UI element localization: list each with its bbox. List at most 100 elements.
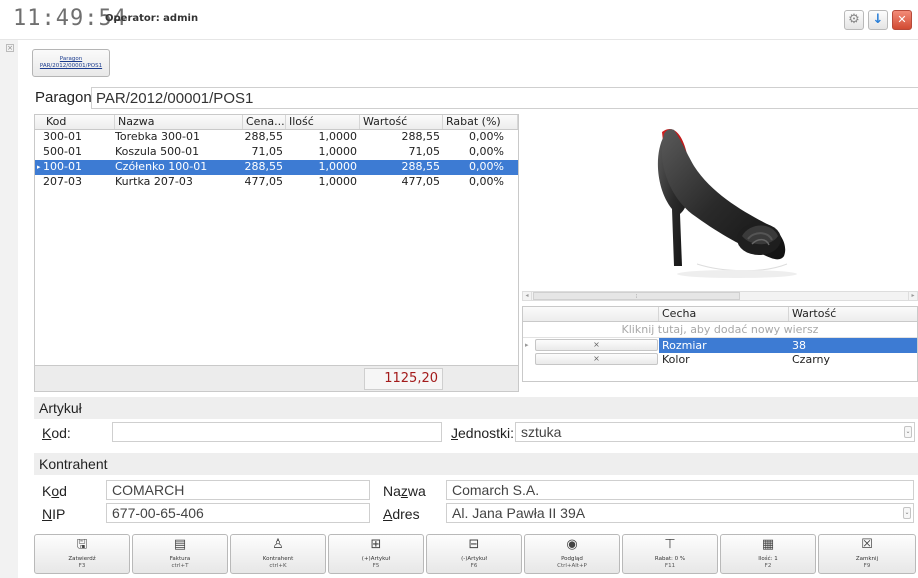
button-label: Zatwierdź — [68, 556, 96, 562]
cell-ilosc: 1,0000 — [318, 130, 358, 143]
person-icon: ♙ — [272, 537, 284, 552]
discount-icon: ⊤ — [664, 537, 676, 552]
cell-cecha: Kolor — [662, 353, 690, 366]
button-shortcut: F5 — [372, 563, 380, 569]
invoice-button[interactable]: ▤ Faktura ctrl+T — [132, 534, 228, 574]
button-shortcut: F6 — [470, 563, 478, 569]
cell-wartosc: 71,05 — [408, 145, 441, 158]
customer-button[interactable]: ♙ Kontrahent ctrl+K — [230, 534, 326, 574]
scroll-right-icon[interactable]: ▸ — [908, 292, 917, 300]
image-horizontal-scrollbar[interactable]: ◂ ⁝ ▸ — [522, 291, 918, 301]
button-label: Podgląd — [561, 556, 583, 562]
cell-rabat: 0,00% — [469, 160, 504, 173]
total-value: 1125,20 — [364, 368, 443, 390]
units-value: sztuka — [521, 424, 562, 440]
section-kontrahent: Kontrahent — [34, 453, 918, 475]
gear-icon[interactable]: ⚙ — [844, 10, 864, 30]
remove-article-icon: ⊟ — [468, 537, 480, 552]
button-shortcut: F9 — [863, 563, 871, 569]
close-icon[interactable]: ✕ — [892, 10, 912, 30]
address-select[interactable]: Al. Jana Pawła II 39A ⌄ — [446, 503, 914, 523]
header-delete-column — [523, 307, 659, 321]
cell-nazwa: Kurtka 207-03 — [115, 175, 193, 188]
invoice-icon: ▤ — [173, 537, 187, 552]
cell-ilosc: 1,0000 — [318, 145, 358, 158]
customer-code-input[interactable]: COMARCH — [106, 480, 370, 500]
attribute-row[interactable]: × Kolor Czarny — [523, 352, 917, 367]
button-label: Faktura — [169, 556, 191, 562]
cell-ilosc: 1,0000 — [318, 160, 358, 173]
cell-wartosc: Czarny — [792, 353, 831, 366]
cell-cena: 288,55 — [244, 160, 284, 173]
add-row-hint[interactable]: Kliknij tutaj, aby dodać nowy wiersz — [523, 322, 917, 337]
button-shortcut: ctrl+K — [269, 563, 287, 569]
close-button[interactable]: ☒ Zamknij F9 — [818, 534, 916, 574]
address-value: Al. Jana Pawła II 39A — [452, 505, 586, 521]
table-row[interactable]: 300-01 Torebka 300-01 288,55 1,0000 288,… — [35, 130, 518, 145]
article-code-input[interactable] — [112, 422, 442, 442]
document-tab[interactable]: Paragon PAR/2012/00001/POS1 — [32, 49, 110, 77]
header-kod[interactable]: Kod — [43, 115, 115, 129]
add-article-button[interactable]: ⊞ (+)Artykuł F5 — [328, 534, 424, 574]
approve-button[interactable]: 🖫 Zatwierdź F3 — [34, 534, 130, 574]
items-grid: Kod Nazwa Cena... Ilość Wartość Rabat (%… — [34, 114, 519, 392]
cell-wartosc: 38 — [789, 338, 917, 353]
cell-nazwa: Czółenko 100-01 — [115, 160, 208, 173]
header-cecha[interactable]: Cecha — [659, 307, 789, 321]
cell-kod: 207-03 — [43, 175, 82, 188]
document-number-field: PAR/2012/00001/POS1 — [91, 87, 918, 109]
scroll-left-icon[interactable]: ◂ — [523, 292, 532, 300]
table-row-selected[interactable]: ▸ 100-01 Czółenko 100-01 288,55 1,0000 2… — [35, 160, 518, 175]
add-article-icon: ⊞ — [370, 537, 382, 552]
nip-input[interactable]: 677-00-65-406 — [106, 503, 370, 523]
header-wartosc[interactable]: Wartość — [360, 115, 443, 129]
remove-article-button[interactable]: ⊟ (-)Artykuł F6 — [426, 534, 522, 574]
cell-cecha: Rozmiar — [659, 338, 789, 353]
cell-nazwa: Koszula 500-01 — [115, 145, 200, 158]
customer-code-label: Kod — [42, 483, 67, 499]
document-tab-title: Paragon — [59, 56, 83, 62]
preview-button[interactable]: ◉ Podgląd Ctrl+Alt+P — [524, 534, 620, 574]
discount-button[interactable]: ⊤ Rabat: 0 % F11 — [622, 534, 718, 574]
header-nazwa[interactable]: Nazwa — [115, 115, 243, 129]
items-grid-footer: 1125,20 — [35, 365, 518, 391]
cell-rabat: 0,00% — [469, 130, 504, 143]
customer-name-input[interactable]: Comarch S.A. — [446, 480, 914, 500]
cell-kod: 500-01 — [43, 145, 82, 158]
arrow-down-icon[interactable]: ↓ — [868, 10, 888, 30]
preview-icon: ◉ — [566, 537, 578, 552]
cell-cena: 477,05 — [244, 175, 284, 188]
delete-row-button[interactable]: × — [535, 339, 658, 351]
quantity-button[interactable]: ▦ Ilość: 1 F2 — [720, 534, 816, 574]
cell-cena: 288,55 — [244, 130, 284, 143]
header-rabat[interactable]: Rabat (%) — [443, 115, 518, 129]
table-row[interactable]: 500-01 Koszula 500-01 71,05 1,0000 71,05… — [35, 145, 518, 160]
chevron-down-icon[interactable]: ⌄ — [904, 426, 912, 438]
cell-ilosc: 1,0000 — [318, 175, 358, 188]
delete-row-button[interactable]: × — [535, 353, 658, 365]
shoe-image — [657, 128, 797, 278]
button-shortcut: ctrl+T — [171, 563, 189, 569]
collapse-icon[interactable]: × — [6, 44, 14, 52]
nip-label: NIP — [42, 506, 66, 522]
button-label: Zamknij — [855, 556, 879, 562]
save-icon: 🖫 — [76, 537, 88, 552]
chevron-down-icon[interactable]: ⌄ — [903, 507, 911, 519]
header-wartosc[interactable]: Wartość — [789, 307, 917, 321]
top-bar: 11:49:54 Operator: admin ⚙ ↓ ✕ — [0, 0, 918, 40]
header-ilosc[interactable]: Ilość — [286, 115, 360, 129]
units-select[interactable]: sztuka ⌄ — [515, 422, 915, 442]
operator-label: Operator: admin — [105, 13, 199, 24]
attribute-row-selected[interactable]: ▸ × Rozmiar 38 — [523, 337, 917, 353]
button-label: (+)Artykuł — [361, 556, 391, 562]
customer-name-label: Nazwa — [383, 483, 426, 499]
document-type-label: Paragon — [35, 89, 92, 106]
header-cena[interactable]: Cena... — [243, 115, 286, 129]
side-gutter — [0, 40, 18, 578]
cell-rabat: 0,00% — [469, 145, 504, 158]
scrollbar-thumb[interactable]: ⁝ — [533, 292, 740, 300]
cell-wartosc: 477,05 — [401, 175, 441, 188]
article-code-label: Kod: — [42, 425, 71, 441]
button-shortcut: Ctrl+Alt+P — [557, 563, 587, 569]
table-row[interactable]: 207-03 Kurtka 207-03 477,05 1,0000 477,0… — [35, 175, 518, 190]
